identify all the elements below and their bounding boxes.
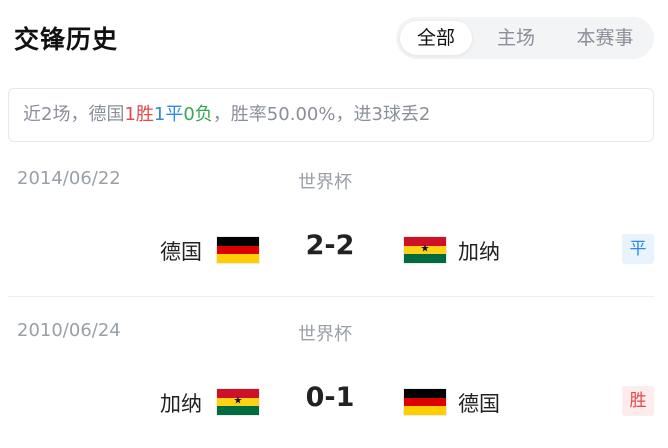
summary-losses: 0负 xyxy=(183,104,213,125)
match-date: 2014/06/22 xyxy=(17,168,121,189)
tab-all[interactable]: 全部 xyxy=(400,21,472,55)
header: 交锋历史 全部 主场 本赛事 xyxy=(0,0,668,80)
result-badge: 胜 xyxy=(622,386,654,416)
tab-home[interactable]: 主场 xyxy=(478,21,554,55)
match-score: 0-1 xyxy=(305,382,355,413)
divider xyxy=(8,296,654,297)
result-badge: 平 xyxy=(622,234,654,264)
summary-suffix: ，胜率50.00%，进3球丢2 xyxy=(212,104,431,125)
summary-wins: 1胜 xyxy=(124,104,154,125)
summary-prefix: 近2场，德国 xyxy=(23,104,125,125)
away-team-name: 加纳 xyxy=(458,240,500,264)
match-date: 2010/06/24 xyxy=(17,320,121,341)
head-to-head-summary: 近2场，德国1胜1平0负，胜率50.00%，进3球丢2 xyxy=(8,88,654,142)
home-team-name: 加纳 xyxy=(160,392,202,416)
page-title: 交锋历史 xyxy=(14,25,119,54)
away-team-name: 德国 xyxy=(458,392,500,416)
match-row[interactable]: 2010/06/24 世界杯 加纳 ★ 0-1 德国 胜 xyxy=(0,308,668,448)
tab-this-competition[interactable]: 本赛事 xyxy=(560,21,650,55)
germany-flag-icon xyxy=(403,388,447,416)
match-competition: 世界杯 xyxy=(298,324,352,345)
star-icon: ★ xyxy=(233,395,243,407)
filter-segmented-control: 全部 主场 本赛事 xyxy=(396,17,654,59)
match-row[interactable]: 2014/06/22 世界杯 德国 2-2 ★ 加纳 平 xyxy=(0,156,668,296)
match-competition: 世界杯 xyxy=(298,172,352,193)
match-score: 2-2 xyxy=(305,230,355,261)
ghana-flag-icon: ★ xyxy=(403,236,447,264)
germany-flag-icon xyxy=(216,236,260,264)
summary-draws: 1平 xyxy=(153,104,184,125)
home-team-name: 德国 xyxy=(160,240,202,264)
ghana-flag-icon: ★ xyxy=(216,388,260,416)
star-icon: ★ xyxy=(420,243,430,255)
